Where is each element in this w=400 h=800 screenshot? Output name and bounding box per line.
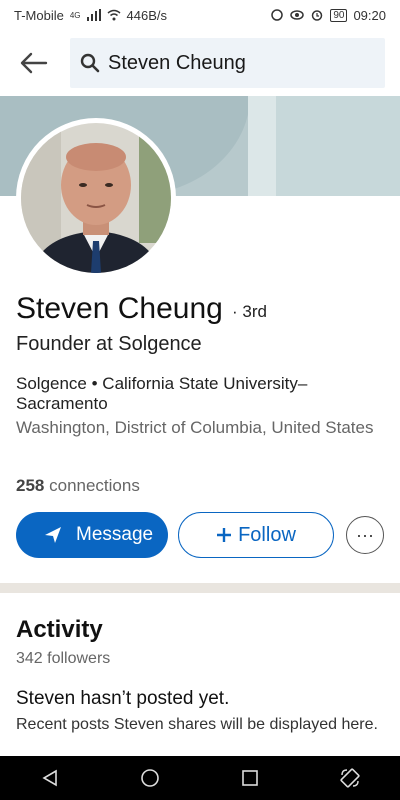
rotate-button[interactable]: [330, 758, 370, 798]
profile-organizations: Solgence • California State University–S…: [16, 374, 308, 413]
triangle-back-icon: [42, 769, 57, 787]
message-button-label: Message: [76, 524, 154, 545]
message-button[interactable]: Message: [16, 512, 168, 558]
connections-count: 258: [16, 476, 45, 495]
system-nav-bar: [0, 756, 400, 800]
nav-recents-button[interactable]: [230, 758, 270, 798]
follow-button-label: Follow: [238, 523, 296, 546]
followers-count: 342 followers: [16, 650, 111, 667]
connections-link[interactable]: 258 connections: [16, 476, 140, 496]
alarm-icon: [312, 10, 323, 21]
signal-icon: [86, 9, 101, 21]
follow-button[interactable]: Follow: [178, 512, 334, 558]
circle-home-icon: [141, 769, 159, 787]
section-divider: [0, 583, 400, 593]
send-icon: [45, 527, 61, 543]
network-label: 4G: [69, 10, 81, 20]
activity-title: Activity: [16, 616, 103, 643]
connection-degree: · 3rd: [232, 302, 267, 321]
eye-icon: [290, 10, 305, 20]
back-button[interactable]: [14, 43, 54, 83]
plus-icon: [217, 528, 232, 542]
battery-icon: 90: [330, 8, 348, 22]
profile-name: Steven Cheung: [16, 292, 223, 325]
search-bar[interactable]: [70, 38, 385, 88]
square-recents-icon: [242, 770, 258, 786]
nfc-icon: [271, 9, 284, 21]
more-options-button[interactable]: ···: [346, 516, 384, 554]
carrier-label: T-Mobile: [14, 7, 64, 23]
more-icon: ···: [356, 524, 374, 545]
activity-empty-subtitle: Recent posts Steven shares will be displ…: [16, 716, 378, 733]
profile-location: Washington, District of Columbia, United…: [16, 418, 374, 437]
search-input[interactable]: [108, 51, 368, 75]
profile-photo: [21, 123, 171, 273]
top-bar: [0, 30, 400, 96]
connections-label: connections: [49, 476, 140, 495]
clock-label: 09:20: [353, 7, 386, 23]
profile-avatar[interactable]: [16, 118, 176, 278]
speed-label: 446B/s: [126, 7, 168, 23]
back-arrow-icon: [20, 52, 48, 74]
rotate-icon: [340, 768, 360, 788]
activity-empty-title: Steven hasn’t posted yet.: [16, 688, 230, 709]
nav-home-button[interactable]: [130, 758, 170, 798]
profile-actions: Message Follow ···: [16, 512, 386, 558]
status-bar: T-Mobile 4G 446B/s 90 09:20: [0, 0, 400, 30]
search-icon: [80, 53, 100, 73]
profile-headline: Founder at Solgence: [16, 333, 202, 355]
nav-back-button[interactable]: [30, 758, 70, 798]
wifi-icon: [107, 9, 121, 21]
